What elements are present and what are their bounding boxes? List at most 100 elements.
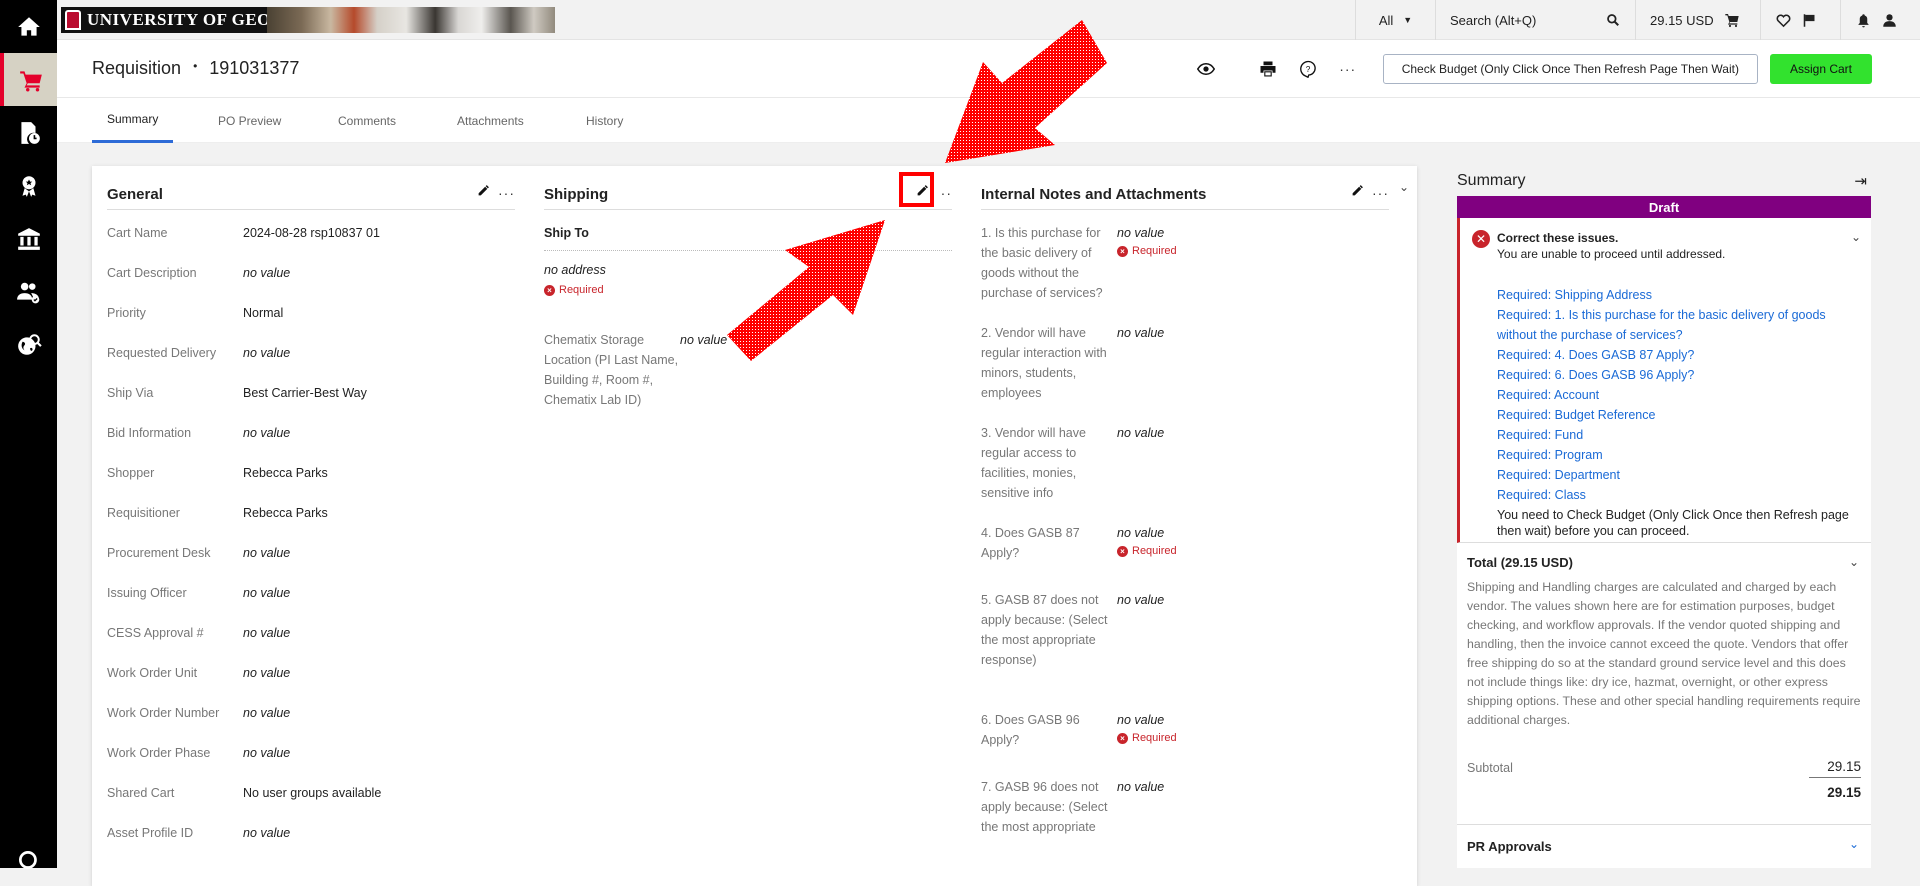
subtotal-value: 29.15 <box>1809 759 1861 778</box>
pr-approvals-title: PR Approvals <box>1467 839 1552 854</box>
required-indicator: × Required <box>1117 245 1177 257</box>
field-value: no value <box>243 546 291 560</box>
issue-link[interactable]: Required: Shipping Address <box>1497 285 1857 305</box>
search-scope-dropdown[interactable]: All ▼ <box>1355 0 1435 40</box>
field-value: Best Carrier-Best Way <box>243 386 367 400</box>
arch-logo-icon <box>65 10 81 30</box>
cart-summary[interactable]: 29.15 USD <box>1635 0 1760 40</box>
issue-link[interactable]: Required: Program <box>1497 445 1857 465</box>
question-label: 5. GASB 87 does not apply because: (Sele… <box>981 593 1108 667</box>
user-icon[interactable] <box>1881 12 1897 28</box>
cart-total: 29.15 USD <box>1650 12 1714 28</box>
general-field-row: Ship Via Best Carrier-Best Way <box>107 383 367 403</box>
nav-global-search[interactable] <box>0 318 57 371</box>
required-label: Required <box>1132 545 1177 557</box>
edit-internal-notes-button[interactable] <box>1351 184 1364 202</box>
issues-title: Correct these issues. <box>1497 231 1619 245</box>
question-label: 4. Does GASB 87 Apply? <box>981 526 1080 560</box>
field-label: Issuing Officer <box>107 586 187 600</box>
question-value: no value <box>1117 326 1165 340</box>
assign-cart-button[interactable]: Assign Cart <box>1769 54 1872 84</box>
general-more-button[interactable]: ··· <box>498 185 515 201</box>
issue-link[interactable]: Required: Fund <box>1497 425 1857 445</box>
total-value: 29.15 <box>1827 785 1861 800</box>
nav-users[interactable] <box>0 265 57 318</box>
print-button[interactable] <box>1253 54 1283 84</box>
collapse-chevron-icon[interactable]: ⌄ <box>1399 180 1409 194</box>
pr-approvals-section[interactable]: PR Approvals ⌄ <box>1457 824 1871 868</box>
watch-button[interactable] <box>1191 54 1221 84</box>
issue-link[interactable]: Required: Class <box>1497 485 1857 505</box>
field-label: Work Order Number <box>107 706 220 720</box>
tab-summary[interactable]: Summary <box>92 98 174 143</box>
field-value: no value <box>243 426 291 440</box>
chevron-down-icon[interactable]: ⌄ <box>1849 837 1859 851</box>
error-circle-icon: ✕ <box>1472 230 1490 248</box>
general-field-row: Cart Name 2024-08-28 rsp10837 01 <box>107 223 380 243</box>
bell-icon[interactable] <box>1855 12 1871 28</box>
university-banner[interactable]: UNIVERSITY OF GEORGIA <box>61 7 555 33</box>
help-button[interactable]: ? <box>1293 54 1323 84</box>
nav-orders[interactable] <box>0 106 57 159</box>
chevron-down-icon[interactable]: ⌄ <box>1849 555 1859 569</box>
nav-home[interactable] <box>0 0 57 53</box>
total-section: Total (29.15 USD) ⌄ Shipping and Handlin… <box>1457 543 1871 843</box>
issue-link[interactable]: Required: Account <box>1497 385 1857 405</box>
general-field-row: Shopper Rebecca Parks <box>107 463 328 483</box>
edit-general-button[interactable] <box>477 184 490 202</box>
general-section: General ··· Cart Name 2024-08-28 rsp10837… <box>107 166 515 866</box>
field-value: No user groups available <box>243 786 382 800</box>
heart-icon[interactable] <box>1775 12 1791 28</box>
issue-link[interactable]: Required: 1. Is this purchase for the ba… <box>1497 305 1857 345</box>
general-field-row: Cart Description no value <box>107 263 290 283</box>
nav-contracts[interactable] <box>0 159 57 212</box>
internal-notes-more-button[interactable]: ··· <box>1372 185 1389 201</box>
field-label: Priority <box>107 306 146 320</box>
search-input[interactable]: Search (Alt+Q) <box>1435 0 1635 40</box>
tab-attachments[interactable]: Attachments <box>442 98 539 143</box>
search-icon[interactable] <box>1605 12 1621 28</box>
shipping-more-button[interactable]: ·· <box>941 185 952 201</box>
question-label: 1. Is this purchase for the basic delive… <box>981 226 1103 300</box>
error-circle-icon: × <box>1117 732 1128 744</box>
issue-link[interactable]: Required: Budget Reference <box>1497 405 1857 425</box>
field-label: Shopper <box>107 466 155 480</box>
issue-link[interactable]: Required: 6. Does GASB 96 Apply? <box>1497 365 1857 385</box>
doc-number: 191031377 <box>209 58 300 78</box>
more-actions-button[interactable]: ··· <box>1333 54 1363 84</box>
question-label: 7. GASB 96 does not apply because: (Sele… <box>981 780 1108 834</box>
field-value: no value <box>243 826 291 840</box>
field-label: Requisitioner <box>107 506 180 520</box>
issue-link[interactable]: Required: 4. Does GASB 87 Apply? <box>1497 345 1857 365</box>
question-value: no value <box>1117 526 1165 540</box>
shipping-title: Shipping <box>544 186 609 203</box>
svg-text:?: ? <box>1305 65 1310 74</box>
details-panel: General ··· Cart Name 2024-08-28 rsp10837… <box>92 166 1417 886</box>
nav-suppliers[interactable] <box>0 212 57 265</box>
field-value: Rebecca Parks <box>243 466 328 480</box>
general-field-row: Procurement Desk no value <box>107 543 290 563</box>
chevron-down-icon[interactable]: ⌄ <box>1851 230 1861 244</box>
field-label: Procurement Desk <box>107 546 211 560</box>
question-value: no value <box>1117 426 1165 440</box>
tab-history[interactable]: History <box>571 98 638 143</box>
page-title: Requisition • 191031377 <box>92 58 299 79</box>
award-icon <box>22 175 35 197</box>
cart-icon <box>19 70 42 91</box>
highlight-box <box>899 172 934 207</box>
collapse-sidebar-icon[interactable]: ⇥ <box>1854 172 1867 190</box>
title-separator: • <box>193 58 198 73</box>
issue-link[interactable]: Required: Department <box>1497 465 1857 485</box>
check-budget-button[interactable]: Check Budget (Only Click Once Then Refre… <box>1382 54 1758 84</box>
general-field-row: Shared Cart No user groups available <box>107 783 381 803</box>
question-row: 4. Does GASB 87 Apply? no value × Required <box>981 523 1177 563</box>
tab-comments[interactable]: Comments <box>323 98 411 143</box>
tab-po-preview[interactable]: PO Preview <box>203 98 296 143</box>
field-label: Shared Cart <box>107 786 175 800</box>
field-value: 2024-08-28 rsp10837 01 <box>243 226 380 240</box>
campus-banner-image <box>267 7 555 33</box>
nav-shop[interactable] <box>0 53 57 106</box>
flag-icon[interactable] <box>1801 12 1817 28</box>
nav-search[interactable] <box>0 840 57 869</box>
field-label: Work Order Phase <box>107 746 211 760</box>
